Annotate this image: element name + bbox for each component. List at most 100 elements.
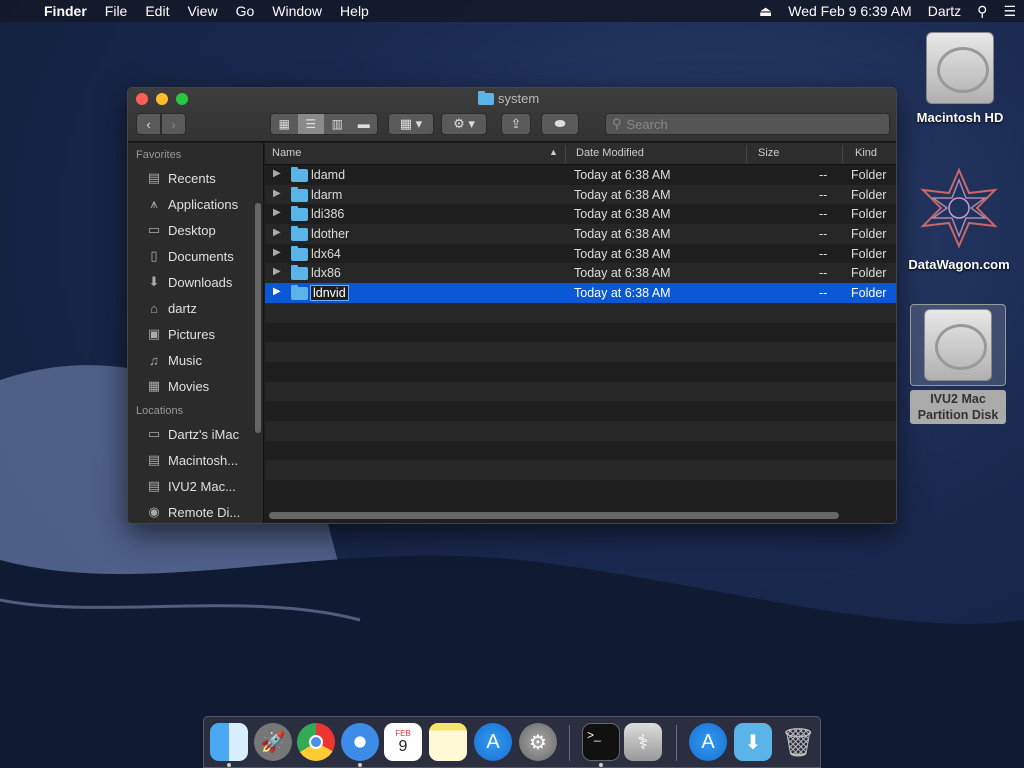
sidebar-item-desktop[interactable]: ▭ Desktop	[128, 217, 263, 243]
terminal-icon[interactable]: >_	[582, 723, 620, 761]
app-store-download-icon[interactable]: A	[689, 723, 727, 761]
list-view-button[interactable]: ☰	[297, 114, 324, 134]
minimize-window-button[interactable]	[156, 93, 168, 105]
sidebar-item-downloads[interactable]: ⬇ Downloads	[128, 269, 263, 295]
chrome-icon[interactable]	[297, 723, 335, 761]
safari-icon[interactable]	[341, 723, 379, 761]
disclosure-triangle-icon[interactable]: ▶	[273, 227, 281, 238]
table-row[interactable]: ▶ ldx86 Today at 6:38 AM -- Folder	[265, 263, 896, 284]
music-icon: ♫	[149, 352, 159, 368]
close-window-button[interactable]	[136, 93, 148, 105]
back-button[interactable]: ‹	[136, 113, 161, 135]
file-name: ldother	[311, 227, 350, 242]
column-name[interactable]: Name	[272, 147, 301, 159]
tags-button[interactable]: ⬬	[541, 113, 579, 135]
menu-clock[interactable]: Wed Feb 9 6:39 AM	[780, 3, 919, 19]
sidebar-item-applications[interactable]: ⩚ Applications	[128, 191, 263, 217]
table-row-selected[interactable]: ▶ ldnvid Today at 6:38 AM -- Folder	[265, 283, 896, 303]
launchpad-icon[interactable]: 🚀	[254, 723, 292, 761]
menu-view[interactable]: View	[178, 3, 226, 19]
file-kind: Folder	[851, 187, 887, 202]
notes-icon[interactable]	[429, 723, 467, 761]
view-mode-group: ▦ ☰ ▥ ▬	[270, 113, 378, 135]
disclosure-triangle-icon[interactable]: ▶	[273, 247, 281, 258]
sidebar-item-remote-disc[interactable]: ◉ Remote Di...	[128, 499, 263, 523]
group-arrange-button[interactable]: ▦ ▾	[388, 113, 434, 135]
column-size[interactable]: Size	[758, 147, 779, 159]
label-line-2: Partition Disk	[917, 408, 999, 422]
icon-view-button[interactable]: ▦	[271, 114, 298, 134]
sidebar-item-movies[interactable]: ▦ Movies	[128, 373, 263, 399]
file-size: --	[819, 187, 828, 202]
disclosure-triangle-icon[interactable]: ▶	[273, 286, 281, 297]
disclosure-triangle-icon[interactable]: ▶	[273, 207, 281, 218]
downloads-folder-icon[interactable]: ⬇	[734, 723, 772, 761]
action-menu-button[interactable]: ⚙ ▾	[441, 113, 487, 135]
gallery-view-button[interactable]: ▬	[351, 114, 378, 134]
finder-icon[interactable]	[210, 723, 248, 761]
table-row[interactable]: ▶ ldother Today at 6:38 AM -- Folder	[265, 224, 896, 244]
sidebar-item-music[interactable]: ♫ Music	[128, 347, 263, 373]
folder-icon	[291, 167, 308, 182]
column-date-modified[interactable]: Date Modified	[576, 147, 644, 159]
spotlight-search-icon[interactable]: ⚲	[969, 3, 995, 20]
desktop-icon-ivu2-partition[interactable]: IVU2 Mac Partition Disk	[910, 304, 1006, 424]
disclosure-triangle-icon[interactable]: ▶	[273, 188, 281, 199]
menu-app-finder[interactable]: Finder	[40, 3, 96, 19]
menu-user[interactable]: Dartz	[920, 3, 969, 19]
sidebar-item-documents[interactable]: ▯ Documents	[128, 243, 263, 269]
empty-row	[265, 460, 896, 480]
datawagon-logo-icon	[920, 167, 998, 249]
file-date: Today at 6:38 AM	[574, 168, 671, 182]
menu-window[interactable]: Window	[263, 3, 331, 19]
eject-icon[interactable]: ⏏	[751, 3, 780, 20]
system-preferences-icon[interactable]: ⚙	[519, 723, 557, 761]
file-kind: Folder	[851, 207, 887, 222]
calendar-day: 9	[398, 737, 408, 755]
disclosure-triangle-icon[interactable]: ▶	[273, 168, 281, 179]
file-date: Today at 6:38 AM	[574, 207, 671, 222]
folder-icon	[478, 90, 494, 105]
sidebar-item-ivu2-mac[interactable]: ▤ IVU2 Mac...	[128, 473, 263, 499]
sidebar-item-dartz[interactable]: ⌂ dartz	[128, 295, 263, 321]
sidebar-item-imac[interactable]: ▭ Dartz's iMac	[128, 421, 263, 447]
file-kind: Folder	[851, 266, 887, 281]
forward-button[interactable]: ›	[161, 113, 186, 135]
table-row[interactable]: ▶ ldi386 Today at 6:38 AM -- Folder	[265, 204, 896, 224]
file-name: ldx64	[311, 246, 341, 261]
table-row[interactable]: ▶ ldarm Today at 6:38 AM -- Folder	[265, 184, 896, 205]
sidebar-item-recents[interactable]: ▤ Recents	[128, 165, 263, 191]
column-view-button[interactable]: ▥	[324, 114, 351, 134]
table-row[interactable]: ▶ ldamd Today at 6:38 AM -- Folder	[265, 165, 896, 185]
empty-row	[265, 342, 896, 362]
disk-utility-icon[interactable]: ⚕	[624, 723, 662, 761]
menu-go[interactable]: Go	[227, 3, 264, 19]
sidebar-scrollbar[interactable]	[255, 203, 261, 433]
file-date: Today at 6:38 AM	[574, 187, 671, 202]
app-store-icon[interactable]: A	[474, 723, 512, 761]
desktop-icon-datawagon[interactable]: DataWagon.com	[904, 167, 1014, 272]
column-kind[interactable]: Kind	[855, 147, 877, 159]
menu-file[interactable]: File	[96, 3, 137, 19]
desktop-icon-macintosh-hd[interactable]: Macintosh HD	[912, 32, 1008, 125]
zoom-window-button[interactable]	[176, 93, 188, 105]
file-date: Today at 6:38 AM	[574, 227, 671, 242]
share-button[interactable]: ⇪	[501, 113, 531, 135]
table-row[interactable]: ▶ ldx64 Today at 6:38 AM -- Folder	[265, 244, 896, 264]
sidebar-item-macintosh-hd[interactable]: ▤ Macintosh...	[128, 447, 263, 473]
folder-icon	[291, 245, 308, 261]
notification-center-icon[interactable]: ☰	[995, 3, 1024, 20]
search-field[interactable]: ⚲ Search	[605, 113, 890, 135]
disclosure-triangle-icon[interactable]: ▶	[273, 266, 281, 277]
trash-icon[interactable]: 🗑	[779, 723, 817, 761]
menu-edit[interactable]: Edit	[136, 3, 178, 19]
chevron-left-icon: ‹	[146, 116, 151, 132]
menu-help[interactable]: Help	[331, 3, 378, 19]
sidebar-item-pictures[interactable]: ▣ Pictures	[128, 321, 263, 347]
applications-icon: ⩚	[150, 196, 158, 211]
label-line-1: IVU2 Mac	[930, 392, 986, 406]
horizontal-scrollbar[interactable]	[269, 512, 839, 519]
calendar-icon[interactable]: FEB 9	[384, 723, 422, 761]
file-kind: Folder	[851, 227, 887, 242]
file-name-edit-field[interactable]: ldnvid	[310, 285, 349, 302]
